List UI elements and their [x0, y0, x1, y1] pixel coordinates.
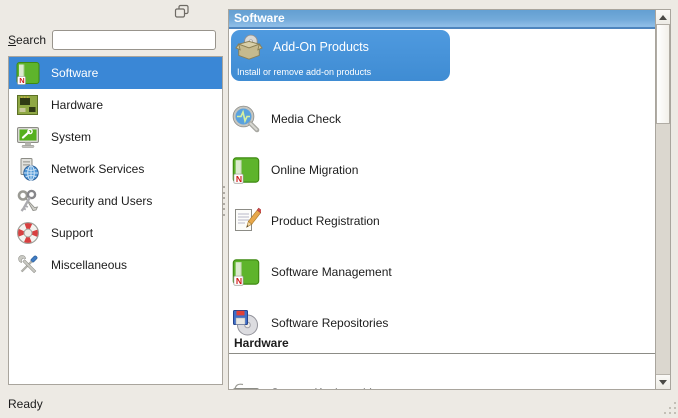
sidebar-item-label: Hardware: [51, 98, 103, 112]
module-item-label: Software Management: [271, 265, 392, 279]
software-package-icon: N: [231, 155, 261, 185]
network-globe-icon: [15, 156, 41, 182]
sidebar-item-network-services[interactable]: Network Services: [9, 153, 222, 185]
module-item-label: Media Check: [271, 112, 341, 126]
sidebar-item-label: Network Services: [51, 162, 144, 176]
svg-text:N: N: [19, 76, 24, 85]
search-label-rest: earch: [16, 33, 46, 47]
tools-icon: [15, 252, 41, 278]
svg-text:N: N: [236, 174, 242, 184]
category-list: N Software Hardware: [8, 56, 223, 385]
sidebar-item-security-and-users[interactable]: Security and Users: [9, 185, 222, 217]
search-input[interactable]: [52, 30, 216, 50]
keys-icon: [15, 188, 41, 214]
module-item-title: Add-On Products: [273, 40, 369, 54]
search-label-mnemonic: S: [8, 33, 16, 47]
sidebar-item-system[interactable]: System: [9, 121, 222, 153]
scrollbar-thumb[interactable]: [656, 24, 670, 124]
search-label: Search: [8, 33, 46, 47]
magnifier-pulse-icon: [231, 104, 261, 134]
scroll-down-button[interactable]: [656, 374, 670, 389]
floppy-cd-icon: [231, 308, 261, 338]
sidebar-item-label: Security and Users: [51, 194, 152, 208]
module-list: Add-On Products Install or remove add-on…: [229, 29, 655, 389]
module-item-software-management[interactable]: N Software Management: [229, 256, 655, 288]
module-item-system-keyboard-layout[interactable]: System Keyboard Layout: [229, 377, 655, 389]
system-monitor-icon: [15, 124, 41, 150]
module-item-label: System Keyboard Layout: [271, 386, 405, 389]
sidebar-item-label: System: [51, 130, 91, 144]
module-item-subtitle: Install or remove add-on products: [237, 67, 371, 77]
module-item-label: Online Migration: [271, 163, 358, 177]
section-header-hardware: Hardware: [234, 336, 289, 350]
module-item-label: Product Registration: [271, 214, 380, 228]
module-item-software-repositories[interactable]: Software Repositories: [229, 307, 655, 339]
sidebar-item-hardware[interactable]: Hardware: [9, 89, 222, 121]
scroll-up-button[interactable]: [656, 10, 670, 25]
section-divider: [229, 353, 655, 354]
window-resize-grip[interactable]: [662, 402, 676, 416]
module-item-product-registration[interactable]: Product Registration: [229, 205, 655, 237]
vertical-scrollbar[interactable]: [655, 10, 670, 389]
module-panel: Software Add-On Products Install or rem: [228, 9, 671, 390]
module-item-media-check[interactable]: Media Check: [229, 103, 655, 135]
svg-text:N: N: [236, 276, 242, 286]
sidebar-item-miscellaneous[interactable]: Miscellaneous: [9, 249, 222, 281]
hardware-board-icon: [15, 92, 41, 118]
status-text: Ready: [8, 397, 43, 411]
module-item-add-on-products[interactable]: Add-On Products Install or remove add-on…: [231, 30, 450, 81]
restore-window-icon[interactable]: [174, 4, 190, 19]
up-arrow-icon: [659, 15, 667, 20]
software-package-icon: N: [231, 257, 261, 287]
software-package-icon: N: [15, 60, 41, 86]
sidebar-item-label: Software: [51, 66, 98, 80]
module-item-online-migration[interactable]: N Online Migration: [229, 154, 655, 186]
sidebar-item-label: Support: [51, 226, 93, 240]
module-item-label: Software Repositories: [271, 316, 388, 330]
down-arrow-icon: [659, 380, 667, 385]
sidebar-item-software[interactable]: N Software: [9, 57, 222, 89]
section-header-software: Software: [229, 10, 670, 29]
sidebar-item-label: Miscellaneous: [51, 258, 127, 272]
lifebuoy-icon: [15, 220, 41, 246]
document-pencil-icon: [231, 206, 261, 236]
sidebar-item-support[interactable]: Support: [9, 217, 222, 249]
addon-box-cd-icon: [235, 33, 263, 61]
keyboard-icon: [231, 378, 261, 389]
panel-splitter-handle[interactable]: [222, 186, 226, 216]
